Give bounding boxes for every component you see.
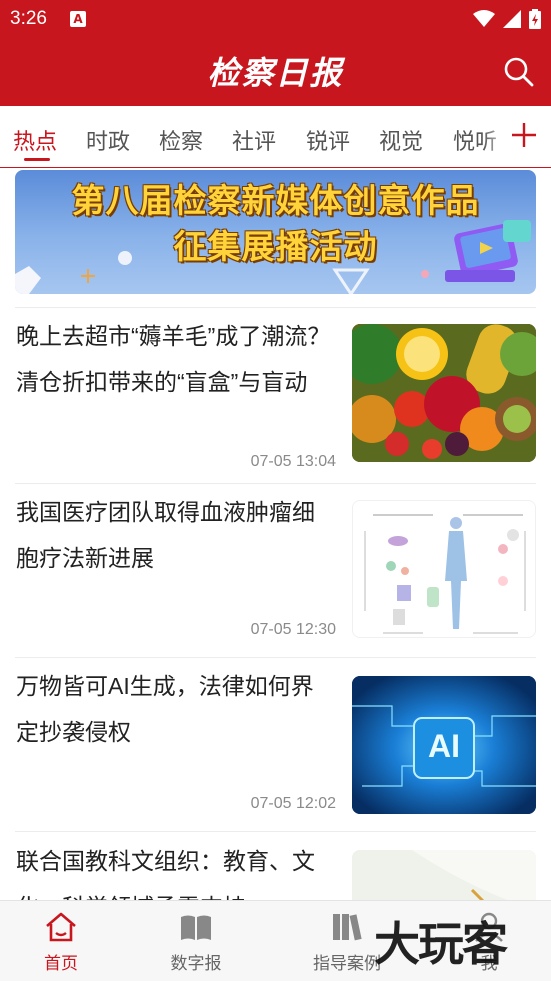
news-title: 我国医疗团队取得血液肿瘤细胞疗法新进展 [16, 499, 315, 571]
news-thumbnail-fruits [352, 324, 536, 462]
news-thumbnail-ai: AI [352, 676, 536, 814]
category-tabs: 热点 时政 检察 社评 锐评 视觉 悦听 [0, 106, 551, 168]
wifi-icon [473, 10, 495, 27]
battery-icon [529, 9, 541, 29]
news-thumbnail-diagram [352, 500, 536, 638]
news-item[interactable]: 晚上去超市“薅羊毛”成了潮流？清仓折扣带来的“盲盒”与盲动 07-05 13:0… [0, 308, 551, 482]
promo-banner[interactable]: 第八届检察新媒体创意作品 征集展播活动 [15, 170, 536, 294]
banner-title-line2: 征集展播活动 [173, 227, 378, 266]
tab-procuratorate[interactable]: 检察 [159, 124, 203, 156]
news-time: 07-05 13:04 [250, 453, 336, 470]
news-item[interactable]: 万物皆可AI生成，法律如何界定抄袭侵权 07-05 12:02 AI [0, 658, 551, 830]
news-item[interactable]: 我国医疗团队取得血液肿瘤细胞疗法新进展 07-05 12:30 [0, 484, 551, 656]
tab-editorial[interactable]: 社评 [232, 124, 276, 156]
nav-home-label: 首页 [44, 954, 78, 973]
nav-digital-paper[interactable]: 数字报 [136, 909, 256, 974]
tab-visual[interactable]: 视觉 [379, 124, 423, 156]
app-title: 检察日报 [207, 54, 344, 92]
tab-hot[interactable]: 热点 [13, 124, 57, 156]
status-time: 3:26 [10, 8, 47, 29]
nav-digital-paper-label: 数字报 [170, 954, 222, 973]
banner-title-line1: 第八届检察新媒体创意作品 [71, 181, 480, 220]
tab-commentary[interactable]: 锐评 [306, 124, 350, 156]
status-bar: 3:26 A [0, 0, 551, 38]
news-time: 07-05 12:02 [250, 795, 336, 812]
tabs-fade [483, 106, 511, 166]
news-title: 晚上去超市“薅羊毛”成了潮流？清仓折扣带来的“盲盒”与盲动 [16, 323, 331, 395]
home-icon [46, 912, 76, 942]
active-tab-indicator [24, 158, 50, 161]
status-icons [473, 9, 541, 29]
news-title: 万物皆可AI生成，法律如何界定抄袭侵权 [16, 673, 314, 745]
watermark: 大玩客 [374, 917, 508, 971]
signal-icon [503, 10, 521, 28]
tab-politics[interactable]: 时政 [86, 124, 130, 156]
notification-icon: A [70, 11, 86, 27]
search-icon[interactable] [503, 56, 535, 88]
add-channel-icon[interactable] [509, 120, 539, 150]
app-header: 3:26 A 检察日报 [0, 0, 551, 106]
nav-home[interactable]: 首页 [1, 909, 121, 974]
books-icon [333, 914, 362, 941]
news-time: 07-05 12:30 [250, 621, 336, 638]
book-icon [181, 915, 211, 940]
ai-chip-label: AI [428, 728, 460, 764]
